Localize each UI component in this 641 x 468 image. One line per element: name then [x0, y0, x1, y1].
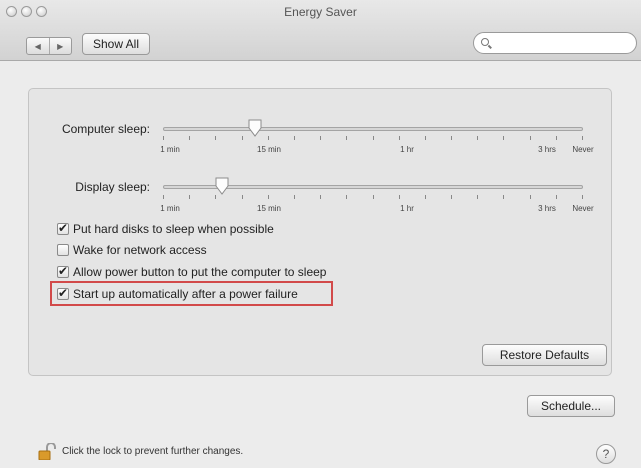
hard-disk-sleep-checkbox[interactable]	[57, 222, 69, 235]
computer-sleep-ticks	[163, 136, 583, 142]
computer-sleep-scale-15min: 15 min	[256, 145, 282, 154]
slider-tick	[372, 195, 374, 199]
slider-tick	[582, 136, 583, 140]
computer-sleep-scale-3hrs: 3 hrs	[538, 145, 556, 154]
restore-defaults-button[interactable]: Restore Defaults	[482, 344, 607, 366]
forward-button[interactable]: ▶	[48, 38, 72, 54]
lock-icon[interactable]	[38, 443, 56, 460]
slider-tick	[555, 195, 557, 199]
slider-tick	[163, 195, 164, 199]
search-icon	[481, 38, 489, 46]
slider-tick	[346, 136, 348, 140]
display-sleep-scale-15min: 15 min	[256, 204, 282, 213]
power-button-sleep-checkbox[interactable]	[57, 265, 69, 278]
slider-tick	[189, 195, 191, 199]
computer-sleep-scale-1hr: 1 hr	[400, 145, 414, 154]
slider-tick	[529, 195, 531, 199]
display-sleep-scale-1min: 1 min	[160, 204, 180, 213]
slider-tick	[372, 136, 374, 140]
highlight-box	[50, 281, 333, 306]
slider-tick	[346, 195, 348, 199]
slider-tick	[215, 195, 217, 199]
display-sleep-scale-3hrs: 3 hrs	[538, 204, 556, 213]
slider-tick	[555, 136, 557, 140]
window-titlebar: Energy Saver ◀ ▶ Show All	[0, 0, 641, 61]
option-wake-for-network-access[interactable]: Wake for network access	[57, 243, 207, 257]
wake-for-network-checkbox[interactable]	[57, 244, 69, 256]
display-sleep-ticks	[163, 195, 583, 201]
computer-sleep-slider-knob[interactable]	[247, 119, 263, 137]
computer-sleep-scale-never: Never	[572, 145, 594, 154]
slider-tick	[477, 136, 479, 140]
display-sleep-scale-never: Never	[572, 204, 594, 213]
back-forward-control: ◀ ▶	[26, 37, 72, 55]
search-input[interactable]	[496, 36, 630, 50]
show-all-button[interactable]: Show All	[82, 33, 150, 55]
computer-sleep-scale-1min: 1 min	[160, 145, 180, 154]
search-field[interactable]	[473, 32, 637, 54]
display-sleep-label: Display sleep:	[75, 180, 150, 194]
power-button-sleep-label: Allow power button to put the computer t…	[73, 265, 327, 279]
option-allow-power-button[interactable]: Allow power button to put the computer t…	[57, 265, 326, 279]
computer-sleep-label: Computer sleep:	[61, 122, 150, 136]
slider-tick	[582, 195, 583, 199]
option-put-hard-disks-to-sleep[interactable]: Put hard disks to sleep when possible	[57, 222, 274, 236]
slider-tick	[293, 195, 295, 199]
window-title: Energy Saver	[284, 5, 357, 19]
slider-tick	[267, 195, 269, 199]
slider-tick	[163, 136, 164, 140]
slider-tick	[293, 136, 295, 140]
back-button[interactable]: ◀	[27, 38, 49, 54]
slider-tick	[529, 136, 531, 140]
schedule-button[interactable]: Schedule...	[527, 395, 615, 417]
slider-tick	[503, 195, 505, 199]
computer-sleep-slider-track[interactable]	[163, 127, 583, 131]
slider-tick	[241, 195, 243, 199]
help-button[interactable]: ?	[596, 444, 616, 464]
slider-tick	[424, 136, 426, 140]
slider-tick	[398, 136, 400, 140]
slider-tick	[451, 136, 453, 140]
slider-tick	[215, 136, 217, 140]
lock-message: Click the lock to prevent further change…	[62, 446, 244, 457]
slider-tick	[320, 136, 322, 140]
hard-disk-sleep-label: Put hard disks to sleep when possible	[73, 222, 274, 236]
slider-tick	[267, 136, 269, 140]
slider-tick	[398, 195, 400, 199]
slider-tick	[503, 136, 505, 140]
display-sleep-slider-knob[interactable]	[214, 177, 230, 195]
slider-tick	[320, 195, 322, 199]
wake-for-network-label: Wake for network access	[73, 243, 207, 257]
display-sleep-scale-1hr: 1 hr	[400, 204, 414, 213]
slider-tick	[189, 136, 191, 140]
slider-tick	[451, 195, 453, 199]
slider-tick	[424, 195, 426, 199]
slider-tick	[477, 195, 479, 199]
slider-tick	[241, 136, 243, 140]
